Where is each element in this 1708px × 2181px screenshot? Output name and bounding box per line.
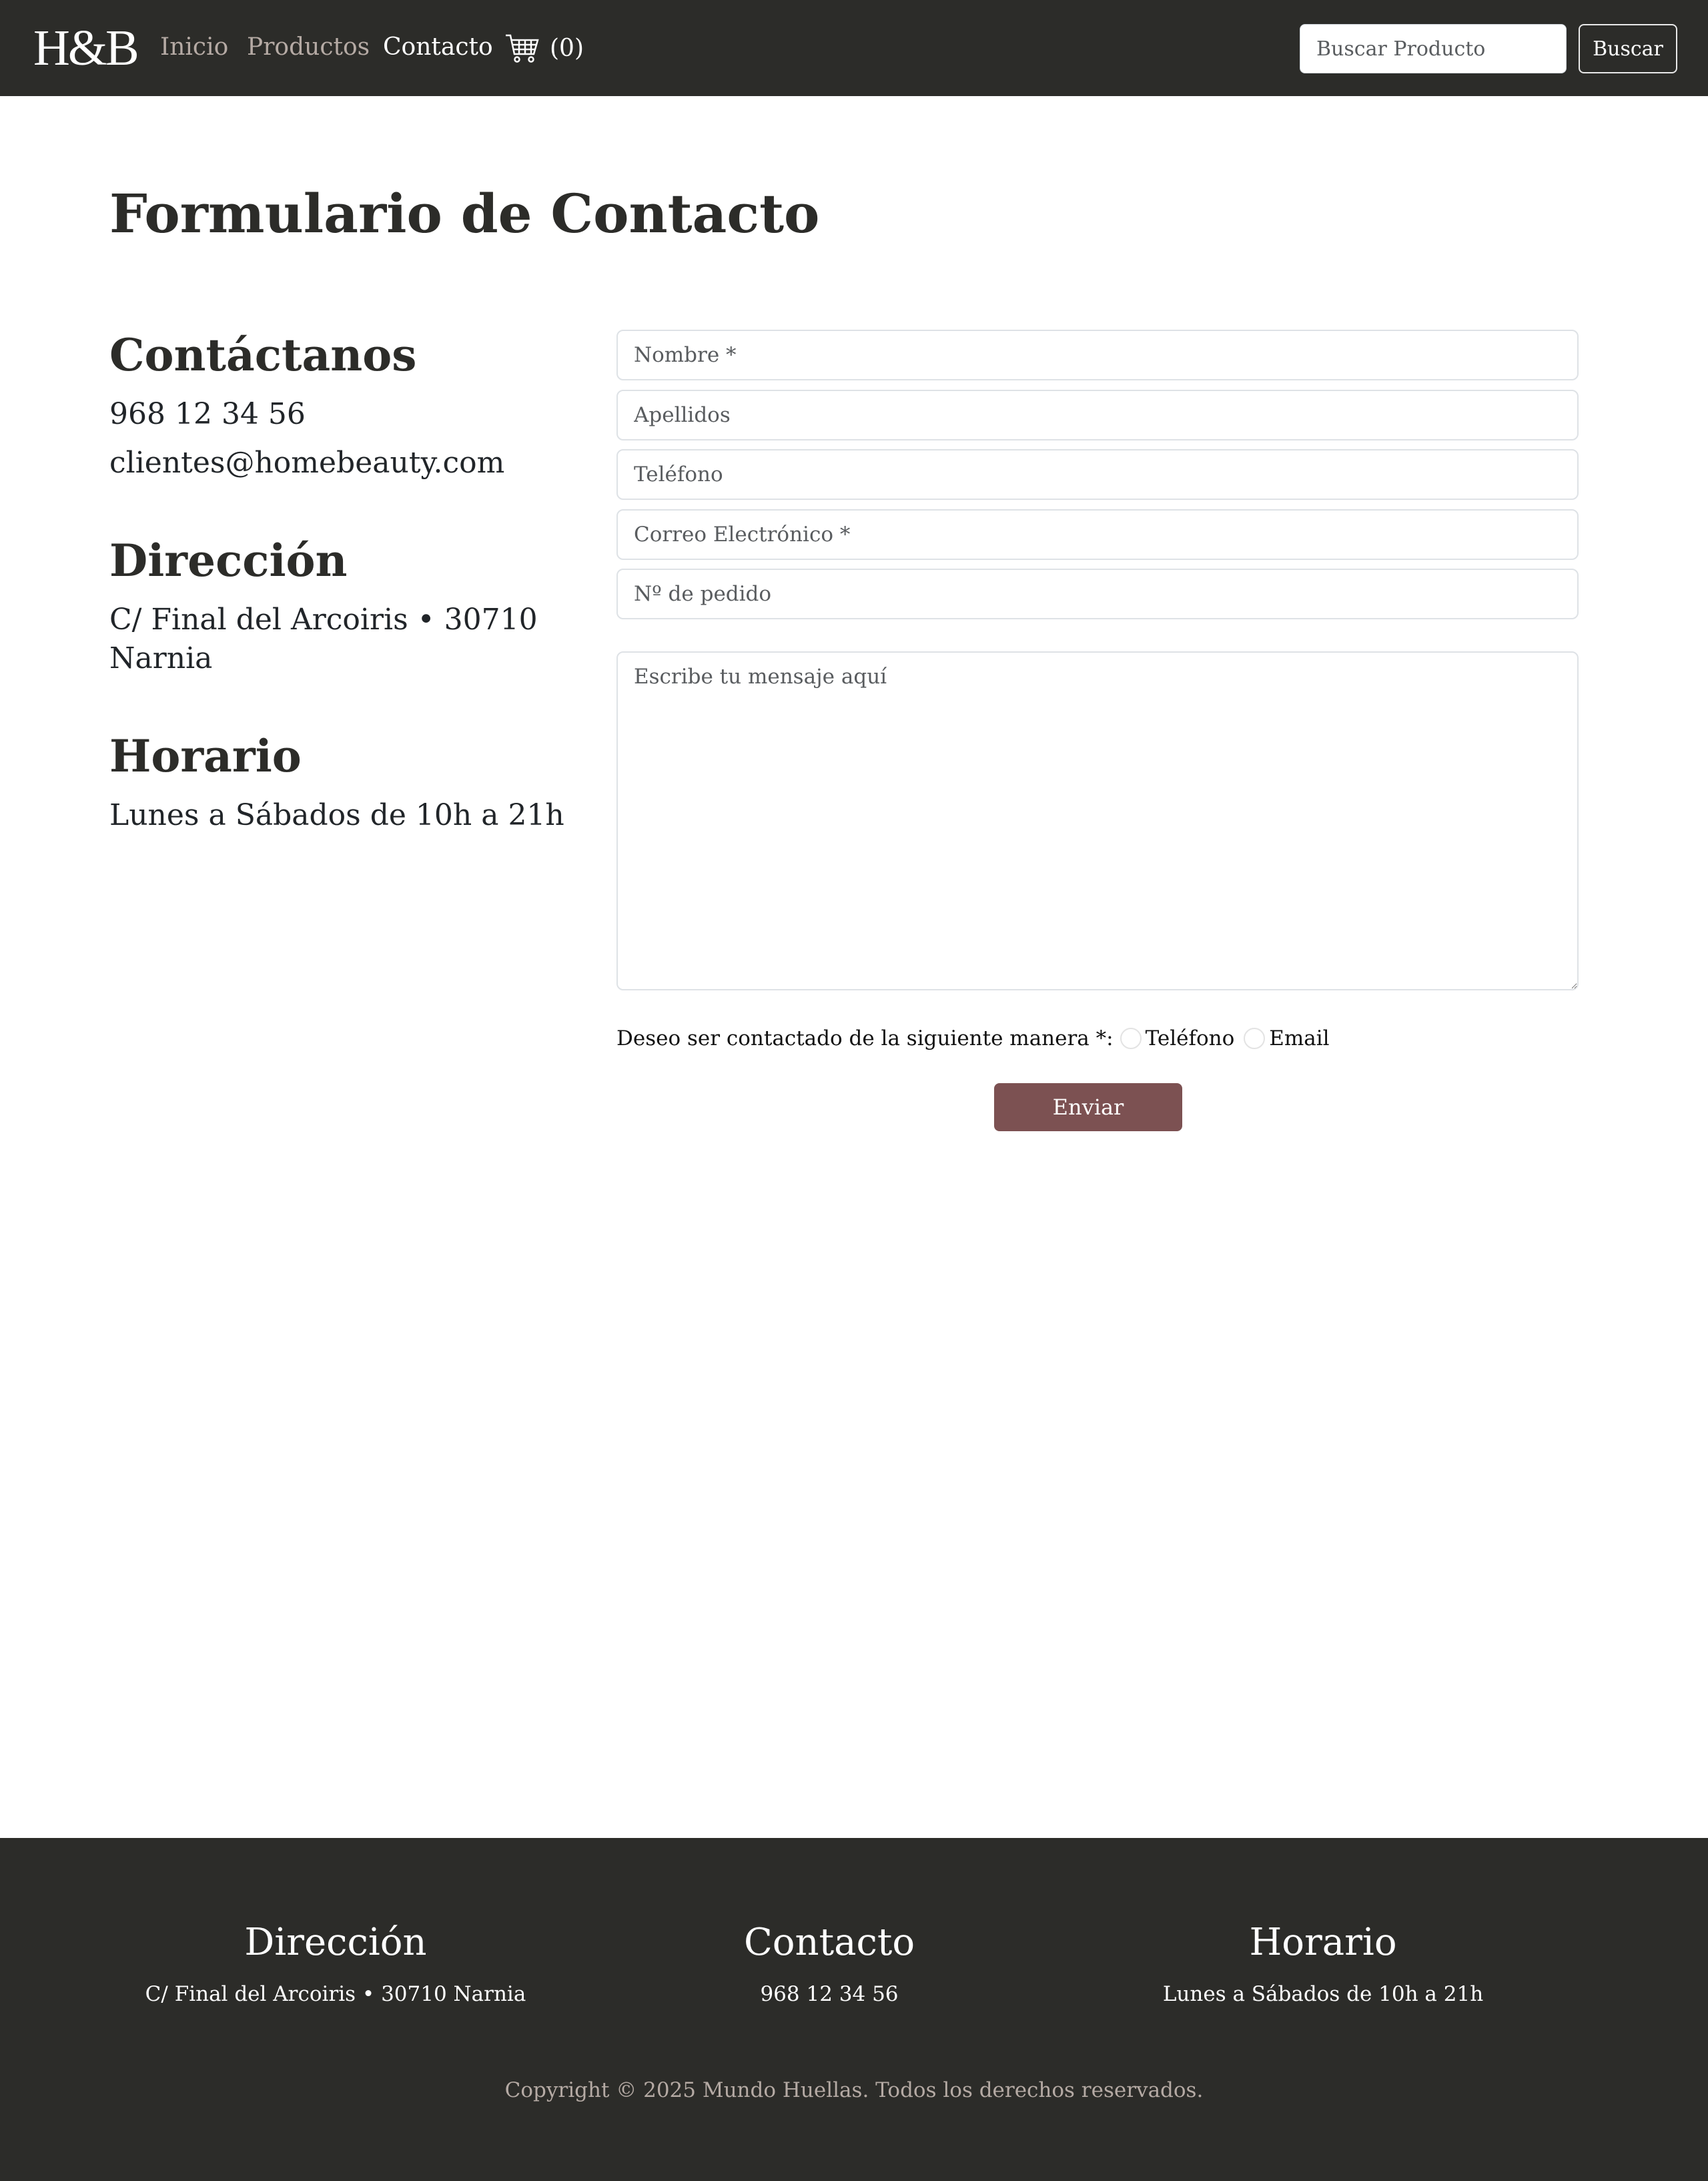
radio-phone[interactable] (1120, 1028, 1142, 1049)
nav-link-contacto[interactable]: Contacto (383, 29, 493, 65)
surname-field[interactable] (616, 390, 1579, 440)
shopping-cart-icon (506, 34, 539, 63)
footer-address-heading: Dirección (244, 1921, 427, 1964)
footer-hours-heading: Horario (1249, 1921, 1397, 1964)
address-line-1: C/ Final del Arcoiris • 30710 (109, 603, 538, 637)
contact-email: clientes@homebeauty.com (109, 446, 505, 480)
submit-button[interactable]: Enviar (994, 1083, 1182, 1131)
footer-hours-text: Lunes a Sábados de 10h a 21h (1162, 1982, 1484, 2006)
page-title: Formulario de Contacto (109, 182, 820, 245)
footer-address: Dirección C/ Final del Arcoiris • 30710 … (102, 1918, 569, 2007)
footer-contact-phone: 968 12 34 56 (760, 1982, 899, 2006)
hours-heading: Horario (109, 730, 302, 782)
footer-address-text: C/ Final del Arcoiris • 30710 Narnia (145, 1982, 526, 2006)
hours-text: Lunes a Sábados de 10h a 21h (109, 798, 564, 832)
order-number-field[interactable] (616, 569, 1579, 619)
footer-contact: Contacto 968 12 34 56 (596, 1918, 1063, 2007)
email-field[interactable] (616, 509, 1579, 560)
address-line-2: Narnia (109, 641, 213, 675)
search-input[interactable] (1300, 24, 1567, 73)
nav-link-inicio[interactable]: Inicio (160, 29, 228, 65)
cart-link[interactable]: (0) (504, 29, 584, 67)
footer-hours: Horario Lunes a Sábados de 10h a 21h (1090, 1918, 1557, 2007)
contact-preference: Deseo ser contactado de la siguiente man… (616, 1021, 1332, 1056)
contact-preference-label: Deseo ser contactado de la siguiente man… (616, 1026, 1114, 1050)
phone-field[interactable] (616, 449, 1579, 500)
footer: Dirección C/ Final del Arcoiris • 30710 … (0, 1838, 1708, 2181)
name-field[interactable] (616, 330, 1579, 380)
navbar: H&B Inicio Productos Contacto (0) Buscar (0, 0, 1708, 96)
radio-email-label[interactable]: Email (1269, 1026, 1329, 1050)
brand-logo[interactable]: H&B (33, 23, 139, 73)
search-button[interactable]: Buscar (1579, 24, 1677, 73)
copyright: Copyright © 2025 Mundo Huellas. Todos lo… (504, 2078, 1204, 2102)
address-heading: Dirección (109, 535, 348, 587)
contact-phone: 968 12 34 56 (109, 397, 306, 431)
message-textarea[interactable] (616, 651, 1579, 990)
contact-heading: Contáctanos (109, 329, 417, 381)
radio-phone-label[interactable]: Teléfono (1146, 1026, 1235, 1050)
footer-contact-heading: Contacto (743, 1921, 915, 1964)
cart-count: (0) (550, 34, 584, 62)
nav-link-productos[interactable]: Productos (247, 29, 370, 65)
radio-email[interactable] (1244, 1028, 1266, 1049)
